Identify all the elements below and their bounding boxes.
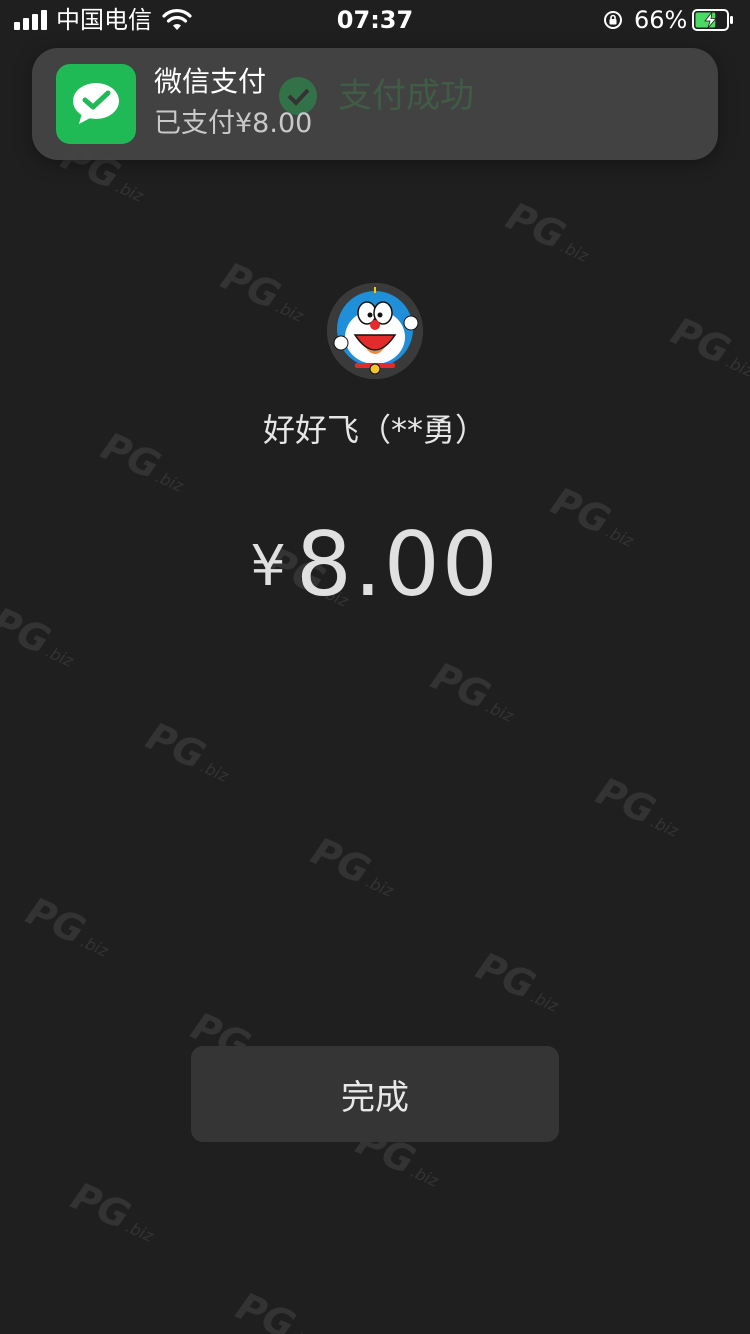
status-bar: 中国电信 07:37 66% — [0, 0, 750, 40]
battery-percentage: 66% — [634, 6, 688, 34]
battery-icon — [692, 9, 733, 31]
watermark: PG.biz — [304, 828, 397, 901]
watermark: PG.biz — [499, 193, 592, 266]
watermark: PG.biz — [19, 888, 112, 961]
payee-name: 好好飞（**勇） — [262, 411, 487, 449]
notification-message: 已支付¥8.00 — [154, 108, 313, 139]
watermark: PG.biz — [64, 1173, 157, 1246]
watermark: PG.biz — [229, 1283, 321, 1334]
payee-avatar — [327, 283, 423, 379]
payment-success-screen: PG.biz PG.biz PG.biz PG.biz PG.biz PG.bi… — [0, 0, 750, 1334]
done-button[interactable]: 完成 — [191, 1046, 559, 1142]
watermark: PG.biz — [589, 768, 682, 841]
watermark: PG.biz — [424, 653, 517, 726]
payment-notification[interactable]: 支付成功 微信支付 已支付¥8.00 — [32, 48, 718, 160]
doraemon-avatar-icon — [327, 283, 423, 379]
currency-symbol: ¥ — [250, 534, 286, 599]
payment-amount: ¥8.00 — [0, 515, 750, 625]
watermark: PG.biz — [469, 943, 562, 1016]
background-success-text: 支付成功 — [338, 76, 474, 116]
notification-app-name: 微信支付 — [154, 65, 267, 98]
watermark: PG.biz — [664, 308, 750, 381]
amount-value: 8.00 — [295, 513, 500, 616]
wechat-pay-icon — [56, 64, 136, 144]
watermark: PG.biz — [139, 713, 232, 786]
watermark: PG.biz — [214, 253, 307, 326]
orientation-lock-icon — [604, 11, 622, 29]
